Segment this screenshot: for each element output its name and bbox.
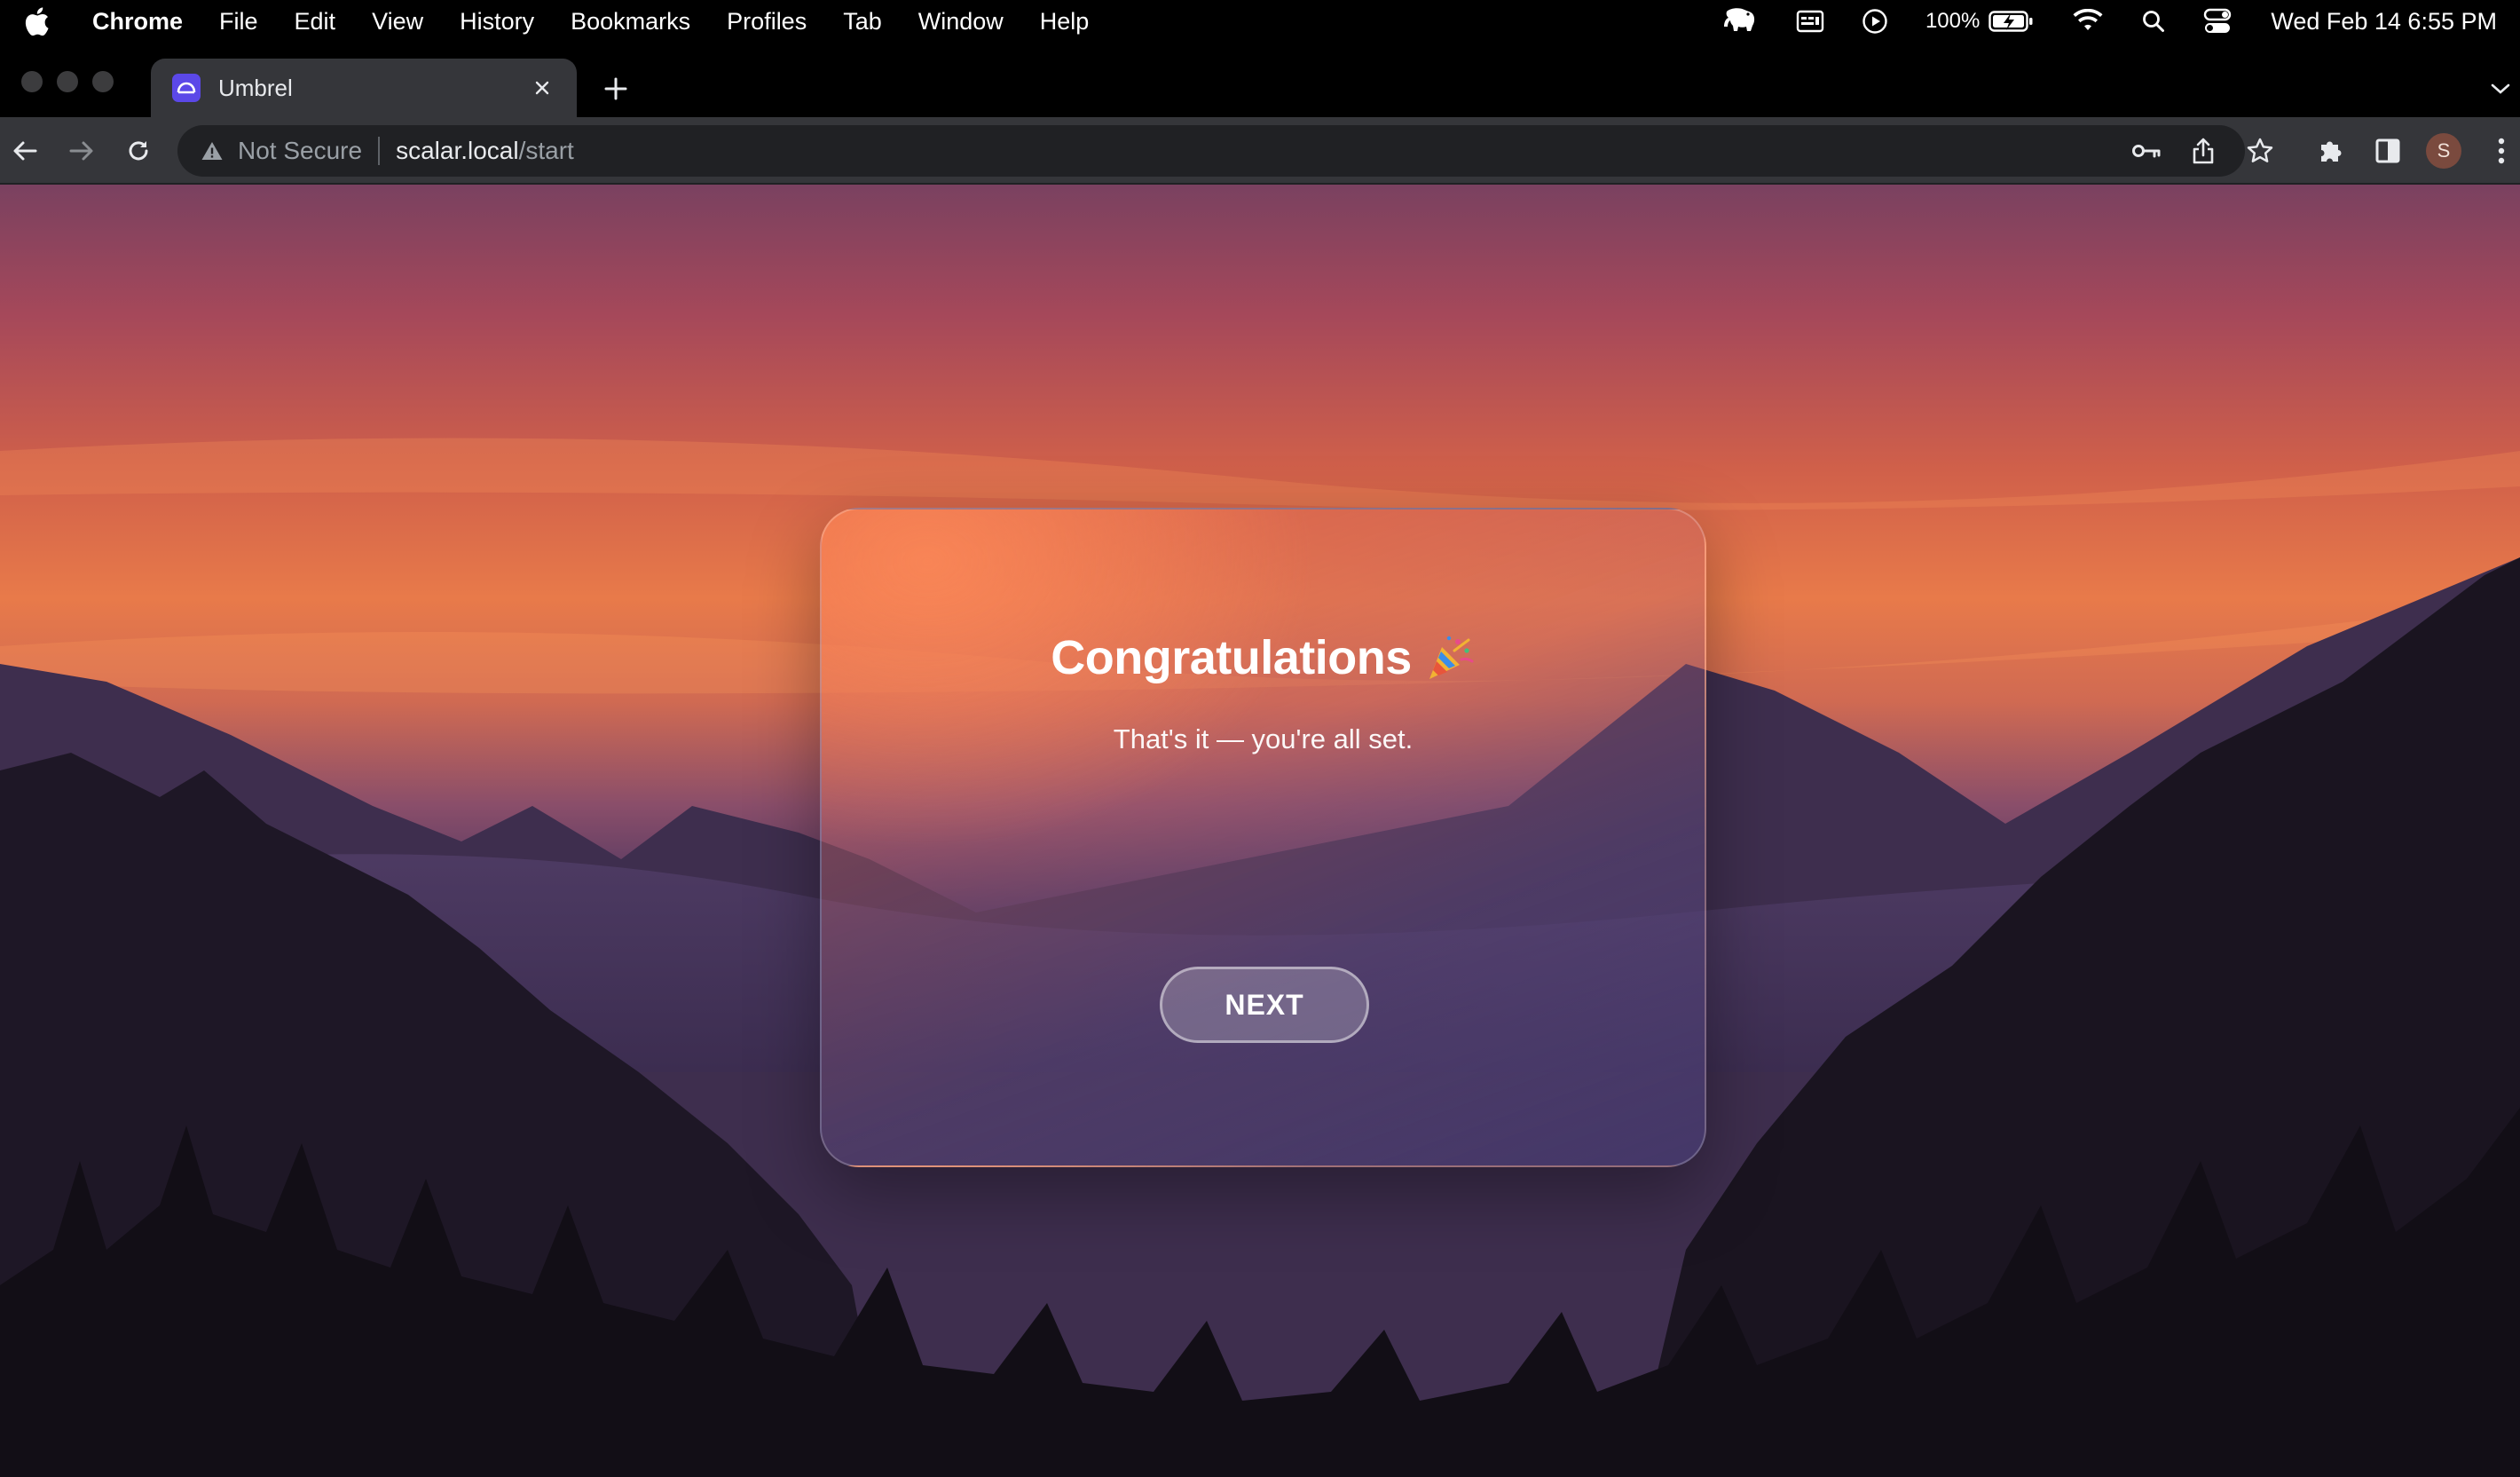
party-popper-icon: [1422, 631, 1476, 684]
back-arrow-icon[interactable]: [7, 133, 43, 169]
card-subtitle: That's it — you're all set.: [1113, 723, 1414, 754]
browser-toolbar: Not Secure scalar.local/start S: [0, 117, 2520, 185]
battery-icon[interactable]: [1988, 10, 2035, 33]
menu-app-name[interactable]: Chrome: [92, 8, 183, 36]
extensions-puzzle-icon[interactable]: [2314, 134, 2348, 168]
onboarding-card: Congratulations That's it — you're all s…: [820, 508, 1706, 1167]
menu-edit[interactable]: Edit: [295, 8, 336, 36]
menu-bookmarks[interactable]: Bookmarks: [571, 8, 690, 36]
forward-arrow-icon[interactable]: [64, 133, 99, 169]
play-circle-icon[interactable]: [1862, 8, 1888, 35]
elephant-icon[interactable]: [1721, 6, 1759, 36]
window-zoom-control[interactable]: [92, 71, 114, 92]
control-center-icon[interactable]: [2203, 8, 2232, 35]
address-bar[interactable]: Not Secure scalar.local/start: [177, 125, 2245, 177]
tab-title: Umbrel: [218, 74, 293, 101]
close-tab-icon[interactable]: [529, 75, 555, 101]
menu-tab[interactable]: Tab: [843, 8, 882, 36]
url-path: /start: [518, 137, 574, 164]
menu-clock[interactable]: Wed Feb 14 6:55 PM: [2271, 8, 2497, 36]
not-secure-warning-icon[interactable]: [199, 138, 225, 164]
macos-menu-bar: Chrome File Edit View History Bookmarks …: [0, 0, 2520, 43]
next-button[interactable]: NEXT: [1160, 967, 1369, 1043]
umbrel-favicon-icon: [172, 74, 201, 102]
bookmark-star-icon[interactable]: [2243, 134, 2277, 168]
menu-file[interactable]: File: [219, 8, 258, 36]
chrome-menu-kebab-icon[interactable]: [2485, 134, 2518, 168]
browser-tab-strip: Umbrel: [0, 43, 2520, 117]
menu-help[interactable]: Help: [1040, 8, 1090, 36]
menu-history[interactable]: History: [460, 8, 534, 36]
battery-percent: 100%: [1925, 9, 1981, 33]
tab-search-chevron-icon[interactable]: [2488, 76, 2513, 101]
menu-window[interactable]: Window: [918, 8, 1004, 36]
apple-menu-icon[interactable]: [23, 4, 53, 39]
reload-icon[interactable]: [121, 133, 156, 169]
share-icon[interactable]: [2186, 134, 2220, 168]
url-host: scalar.local: [396, 137, 519, 164]
spotlight-search-icon[interactable]: [2141, 9, 2166, 34]
window-minimize-control[interactable]: [57, 71, 78, 92]
profile-avatar[interactable]: S: [2426, 133, 2461, 169]
card-title: Congratulations: [1051, 631, 1412, 684]
wifi-icon[interactable]: [2072, 9, 2104, 34]
browser-tab-umbrel[interactable]: Umbrel: [151, 59, 577, 117]
password-key-icon[interactable]: [2130, 134, 2163, 168]
card-title-row: Congratulations: [822, 630, 1705, 685]
page-viewport: Congratulations That's it — you're all s…: [0, 185, 2520, 1477]
menu-view[interactable]: View: [372, 8, 423, 36]
side-panel-icon[interactable]: [2371, 134, 2405, 168]
address-divider: [378, 137, 381, 165]
keyboard-layout-icon[interactable]: [1796, 9, 1824, 34]
menu-profiles[interactable]: Profiles: [727, 8, 807, 36]
window-close-control[interactable]: [21, 71, 43, 92]
security-status-label[interactable]: Not Secure: [238, 137, 362, 165]
new-tab-icon[interactable]: [600, 73, 632, 105]
